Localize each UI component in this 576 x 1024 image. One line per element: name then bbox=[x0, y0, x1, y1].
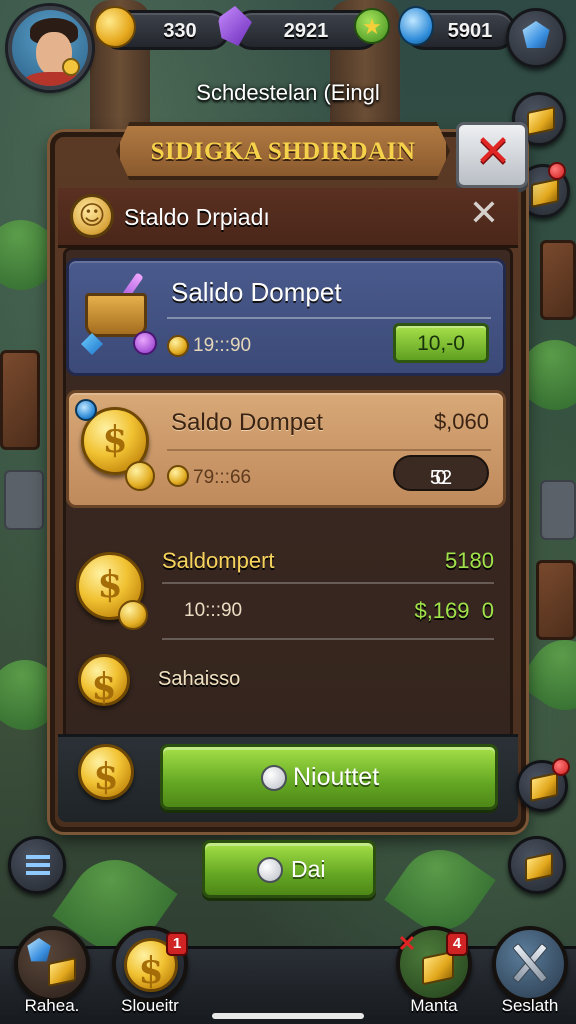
panel-header-title: Staldo Drpiadı bbox=[124, 204, 270, 230]
offer-2-quantity-pill[interactable]: 52 0 bbox=[393, 455, 489, 491]
inventory-button[interactable] bbox=[508, 836, 566, 894]
offer-title: Saldo Dompet bbox=[171, 409, 324, 436]
buy-offer-1-button[interactable]: 10,-0 bbox=[393, 323, 489, 363]
blue-gem-icon bbox=[522, 21, 550, 48]
close-panel-button[interactable]: ✕ bbox=[456, 122, 528, 188]
shield-icon bbox=[261, 765, 287, 791]
coin-icon bbox=[94, 6, 136, 48]
nav-item-3-badge-x: ✕ bbox=[397, 931, 417, 956]
basket-icon bbox=[81, 271, 157, 355]
purple-orb-icon bbox=[133, 331, 157, 355]
avatar-level-badge bbox=[62, 58, 80, 76]
gold-block-icon bbox=[525, 852, 553, 882]
smiley-coin-icon bbox=[70, 194, 114, 238]
coin-refresh-icon bbox=[78, 744, 134, 800]
background-stone bbox=[4, 470, 44, 530]
offer-price: 5180 bbox=[445, 548, 494, 573]
offer-title: Sahaisso bbox=[158, 668, 241, 690]
offer-2-quantity-suffix: 0 bbox=[435, 467, 447, 489]
divider bbox=[167, 449, 491, 451]
nav-item-2[interactable]: 1 Sloueitr bbox=[102, 926, 198, 1024]
offer-price-2-suffix: 0 bbox=[481, 598, 494, 623]
menu-button[interactable] bbox=[8, 836, 66, 894]
home-indicator[interactable] bbox=[212, 1013, 364, 1019]
offer-2-quantity: 52 0 bbox=[395, 462, 487, 489]
close-icon: ✕ bbox=[474, 126, 512, 177]
blue-bulb-icon bbox=[398, 6, 434, 46]
offer-card-2[interactable]: Saldo Dompet $,060 79:::66 52 0 bbox=[66, 390, 506, 508]
offer-price: $,060 bbox=[433, 409, 489, 434]
nav-item-3-badge: 4 bbox=[446, 932, 468, 956]
coin-gem-icon bbox=[78, 654, 130, 708]
nav-item-3[interactable]: ✕ 4 Manta bbox=[386, 926, 482, 1024]
chest-icon bbox=[531, 178, 559, 208]
green-star-icon bbox=[354, 8, 390, 44]
menu-icon bbox=[26, 855, 50, 875]
nav-icon-circle bbox=[492, 926, 568, 1002]
close-header-icon[interactable]: ✕ bbox=[464, 194, 504, 234]
offer-row-4[interactable]: Sahaisso bbox=[66, 652, 506, 712]
energy-value: 5901 bbox=[447, 20, 493, 42]
offer-price-2: $,169 0 bbox=[414, 598, 494, 624]
panel-header: Staldo Drpiadı ✕ bbox=[58, 188, 518, 248]
background-crate bbox=[536, 560, 576, 640]
offer-card-1[interactable]: Salido Dompet 19:::90 10,-0 bbox=[66, 258, 506, 376]
coin-small-icon bbox=[118, 600, 148, 630]
gold-block-icon bbox=[527, 106, 555, 136]
gem-shop-button[interactable] bbox=[506, 8, 566, 68]
nav-item-4[interactable]: Seslath bbox=[482, 926, 576, 1024]
nav-item-3-label: Manta bbox=[410, 996, 458, 1015]
background-stone bbox=[540, 480, 576, 540]
divider bbox=[162, 582, 494, 584]
background-crate bbox=[0, 350, 40, 450]
background-crate bbox=[540, 240, 576, 320]
main-action-label: Niouttet bbox=[293, 763, 380, 791]
divider bbox=[162, 638, 494, 640]
main-action-button[interactable]: Niouttet bbox=[160, 744, 498, 810]
notification-dot bbox=[548, 162, 566, 180]
location-title: Schdestelan (Eingl bbox=[196, 80, 380, 105]
nav-item-2-label: Sloueitr bbox=[121, 996, 179, 1015]
coin-small-icon bbox=[167, 465, 189, 487]
basket-body bbox=[85, 293, 147, 337]
notification-dot bbox=[552, 758, 570, 776]
coins-value: 330 bbox=[163, 20, 197, 42]
secondary-action-button[interactable]: Dai bbox=[202, 840, 376, 898]
nav-icon-circle bbox=[14, 926, 90, 1002]
blue-gem-icon bbox=[27, 938, 51, 962]
offer-title: Saldompert bbox=[162, 548, 275, 573]
coin-small-icon bbox=[125, 461, 155, 491]
shield-icon bbox=[257, 857, 283, 883]
blue-gem-icon bbox=[75, 399, 97, 421]
nav-item-4-label: Seslath bbox=[501, 996, 559, 1015]
nav-item-2-badge: 1 bbox=[166, 932, 188, 956]
panel-title: SIDIGKA SHDIRDAIN bbox=[150, 138, 416, 165]
offer-sub-value: 79:::66 bbox=[193, 467, 252, 488]
panel-title-banner: SIDIGKA SHDIRDAIN bbox=[116, 122, 450, 180]
divider bbox=[167, 317, 491, 319]
offer-row-3[interactable]: Saldompert 5180 10:::90 $,169 0 bbox=[66, 540, 506, 650]
offer-sub-value: 10:::90 bbox=[184, 600, 243, 621]
offer-sub-value: 19:::90 bbox=[193, 335, 252, 356]
offer-title: Salido Dompet bbox=[171, 277, 342, 307]
anvil-icon bbox=[48, 957, 76, 987]
nav-item-1-label: Rahea. bbox=[24, 996, 80, 1015]
offer-price-2-value: $,169 bbox=[414, 598, 470, 623]
buy-offer-1-label: 10,-0 bbox=[417, 332, 465, 355]
player-avatar[interactable] bbox=[8, 6, 92, 90]
secondary-action-label: Dai bbox=[291, 856, 326, 882]
gift-icon bbox=[530, 772, 558, 802]
coin-small-icon bbox=[167, 335, 189, 357]
nav-item-1[interactable]: Rahea. bbox=[4, 926, 100, 1024]
